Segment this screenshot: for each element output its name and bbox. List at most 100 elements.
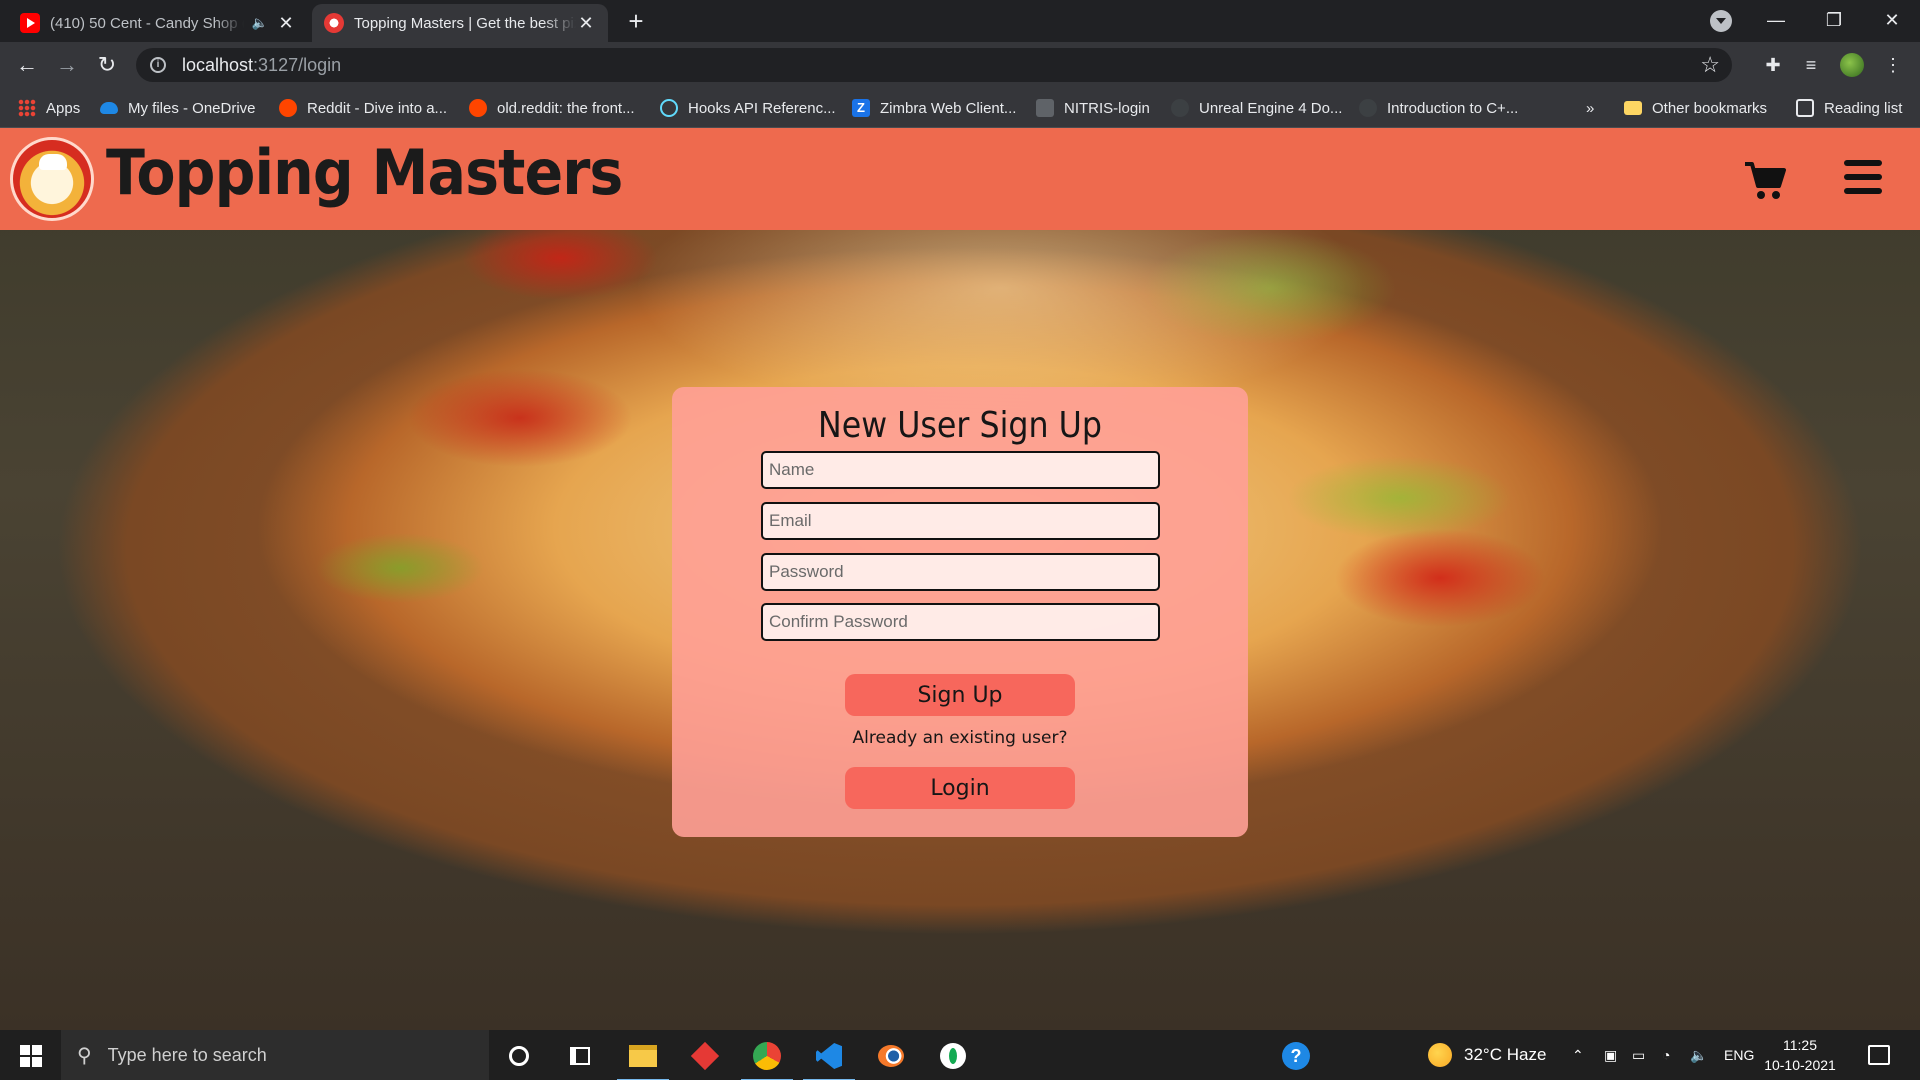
bookmark-label: Introduction to C+... [1387,99,1519,117]
speaker-icon[interactable]: 🔈 [252,15,268,31]
site-info-icon[interactable]: i [150,57,166,73]
app-red-diamond-icon[interactable] [675,1036,735,1076]
overflow-label: » [1586,99,1595,117]
back-icon[interactable]: ← [12,50,42,80]
bookmark-star-icon[interactable]: ☆ [1700,52,1720,78]
vscode-icon[interactable] [799,1036,859,1080]
bookmark-apps[interactable]: Apps [18,88,80,128]
windows-taskbar: ⚲ Type here to search ? 32°C Haze ⌃ ▣ ▭ … [0,1030,1920,1080]
tab-topping-masters[interactable]: Topping Masters | Get the best pizza ✕ [312,4,608,42]
bookmark-intro-cpp[interactable]: Introduction to C+... [1359,88,1518,128]
close-tab-icon[interactable]: ✕ [276,13,296,34]
bookmark-nitris[interactable]: NITRIS-login [1036,88,1150,128]
site-header: Topping Masters [0,128,1920,230]
taskbar-search-box[interactable]: ⚲ Type here to search [61,1030,489,1080]
cortana-icon[interactable] [489,1036,549,1076]
chrome-icon[interactable] [737,1036,797,1080]
other-bookmarks-label: Other bookmarks [1652,99,1768,117]
minimize-icon[interactable]: — [1748,0,1804,42]
unreal-icon [1171,99,1189,117]
reading-list[interactable]: Reading list [1796,88,1902,128]
reading-list-icon [1796,99,1814,117]
tab-title: (410) 50 Cent - Candy Shop (Official Mus… [50,14,244,32]
tab-search-icon[interactable] [1710,10,1732,32]
reddit-icon [469,99,487,117]
search-icon: ⚲ [77,1044,92,1067]
cart-icon[interactable] [1743,158,1787,202]
weather-text: 32°C Haze [1464,1045,1547,1064]
clock-time: 11:25 [1783,1037,1817,1053]
url-host: localhost [182,54,254,75]
profile-avatar[interactable] [1840,53,1864,77]
confirm-password-field[interactable] [761,603,1160,641]
signup-button[interactable]: Sign Up [845,674,1075,716]
close-window-icon[interactable]: ✕ [1864,0,1920,42]
system-clock[interactable]: 11:25 10-10-2021 [1760,1035,1840,1075]
bookmark-old-reddit[interactable]: old.reddit: the front... [469,88,635,128]
language-indicator[interactable]: ENG [1724,1030,1754,1080]
volume-icon[interactable]: 🔈 [1690,1030,1707,1080]
url-path: :3127/login [253,54,342,75]
weather-widget[interactable]: 32°C Haze [1428,1030,1546,1080]
show-hidden-icons-icon[interactable]: ⌃ [1572,1030,1584,1080]
bookmark-label: Unreal Engine 4 Do... [1199,99,1343,117]
tab-youtube[interactable]: (410) 50 Cent - Candy Shop (Official Mus… [8,4,308,42]
windows-start-icon[interactable] [20,1045,42,1067]
bookmark-hooks-api[interactable]: Hooks API Referenc... [660,88,836,128]
login-button[interactable]: Login [845,767,1075,809]
name-field[interactable] [761,451,1160,489]
mongodb-compass-icon[interactable] [923,1036,983,1076]
email-field[interactable] [761,502,1160,540]
bookmarks-bar: Apps My files - OneDrive Reddit - Dive i… [0,88,1920,128]
bookmark-reddit[interactable]: Reddit - Dive into a... [279,88,447,128]
bookmark-label: Zimbra Web Client... [880,99,1017,117]
folder-icon [1624,101,1642,115]
zimbra-icon: Z [852,99,870,117]
bookmark-unreal[interactable]: Unreal Engine 4 Do... [1171,88,1342,128]
notifications-icon[interactable] [1868,1030,1890,1080]
onedrive-icon [100,102,118,114]
wifi-icon[interactable]: ◔ [1662,1030,1670,1080]
bookmark-onedrive[interactable]: My files - OneDrive [100,88,256,128]
signup-title: New User Sign Up [818,405,1102,446]
close-tab-icon[interactable]: ✕ [576,13,596,34]
existing-user-text: Already an existing user? [852,728,1068,748]
restore-icon[interactable]: ❐ [1806,0,1862,42]
file-explorer-icon[interactable] [613,1036,673,1080]
extensions-icon[interactable]: ✚ [1760,52,1786,78]
task-view-icon[interactable] [550,1036,610,1076]
help-icon[interactable]: ? [1266,1036,1326,1076]
bookmark-label: NITRIS-login [1064,99,1150,117]
search-placeholder: Type here to search [107,1044,267,1065]
nitris-icon [1036,99,1054,117]
reload-icon[interactable]: ↻ [92,50,122,80]
reddit-icon [279,99,297,117]
signup-card: New User Sign Up Sign Up Already an exis… [672,387,1248,837]
bookmark-label: Apps [46,99,81,117]
address-bar[interactable]: i localhost:3127/login ☆ [136,48,1732,82]
forward-icon[interactable]: → [52,50,82,80]
brand-name[interactable]: Topping Masters [106,136,623,209]
media-control-icon[interactable]: ≡ [1798,52,1824,78]
web-page: Topping Masters New User Sign Up Sign Up… [0,128,1920,1030]
hamburger-menu-icon[interactable] [1844,160,1882,194]
other-bookmarks[interactable]: Other bookmarks [1624,88,1767,128]
reading-list-label: Reading list [1824,99,1903,117]
bookmark-label: Reddit - Dive into a... [307,99,448,117]
react-icon [660,99,678,117]
password-field[interactable] [761,553,1160,591]
browser-tab-strip: (410) 50 Cent - Candy Shop (Official Mus… [0,0,1920,42]
bookmark-zimbra[interactable]: Z Zimbra Web Client... [852,88,1016,128]
youtube-icon [20,13,40,33]
chef-logo-icon[interactable] [10,137,94,221]
topping-masters-favicon [324,13,344,33]
clock-date: 10-10-2021 [1764,1057,1836,1073]
menu-kebab-icon[interactable]: ⋮ [1880,52,1906,78]
battery-icon[interactable]: ▭ [1632,1030,1645,1080]
tab-title: Topping Masters | Get the best pizza [354,14,576,32]
new-tab-button[interactable]: + [620,6,652,38]
apps-grid-icon [18,99,36,117]
meet-now-icon[interactable]: ▣ [1604,1030,1617,1080]
bookmarks-overflow-button[interactable]: » [1586,88,1594,128]
blender-icon[interactable] [861,1036,921,1076]
